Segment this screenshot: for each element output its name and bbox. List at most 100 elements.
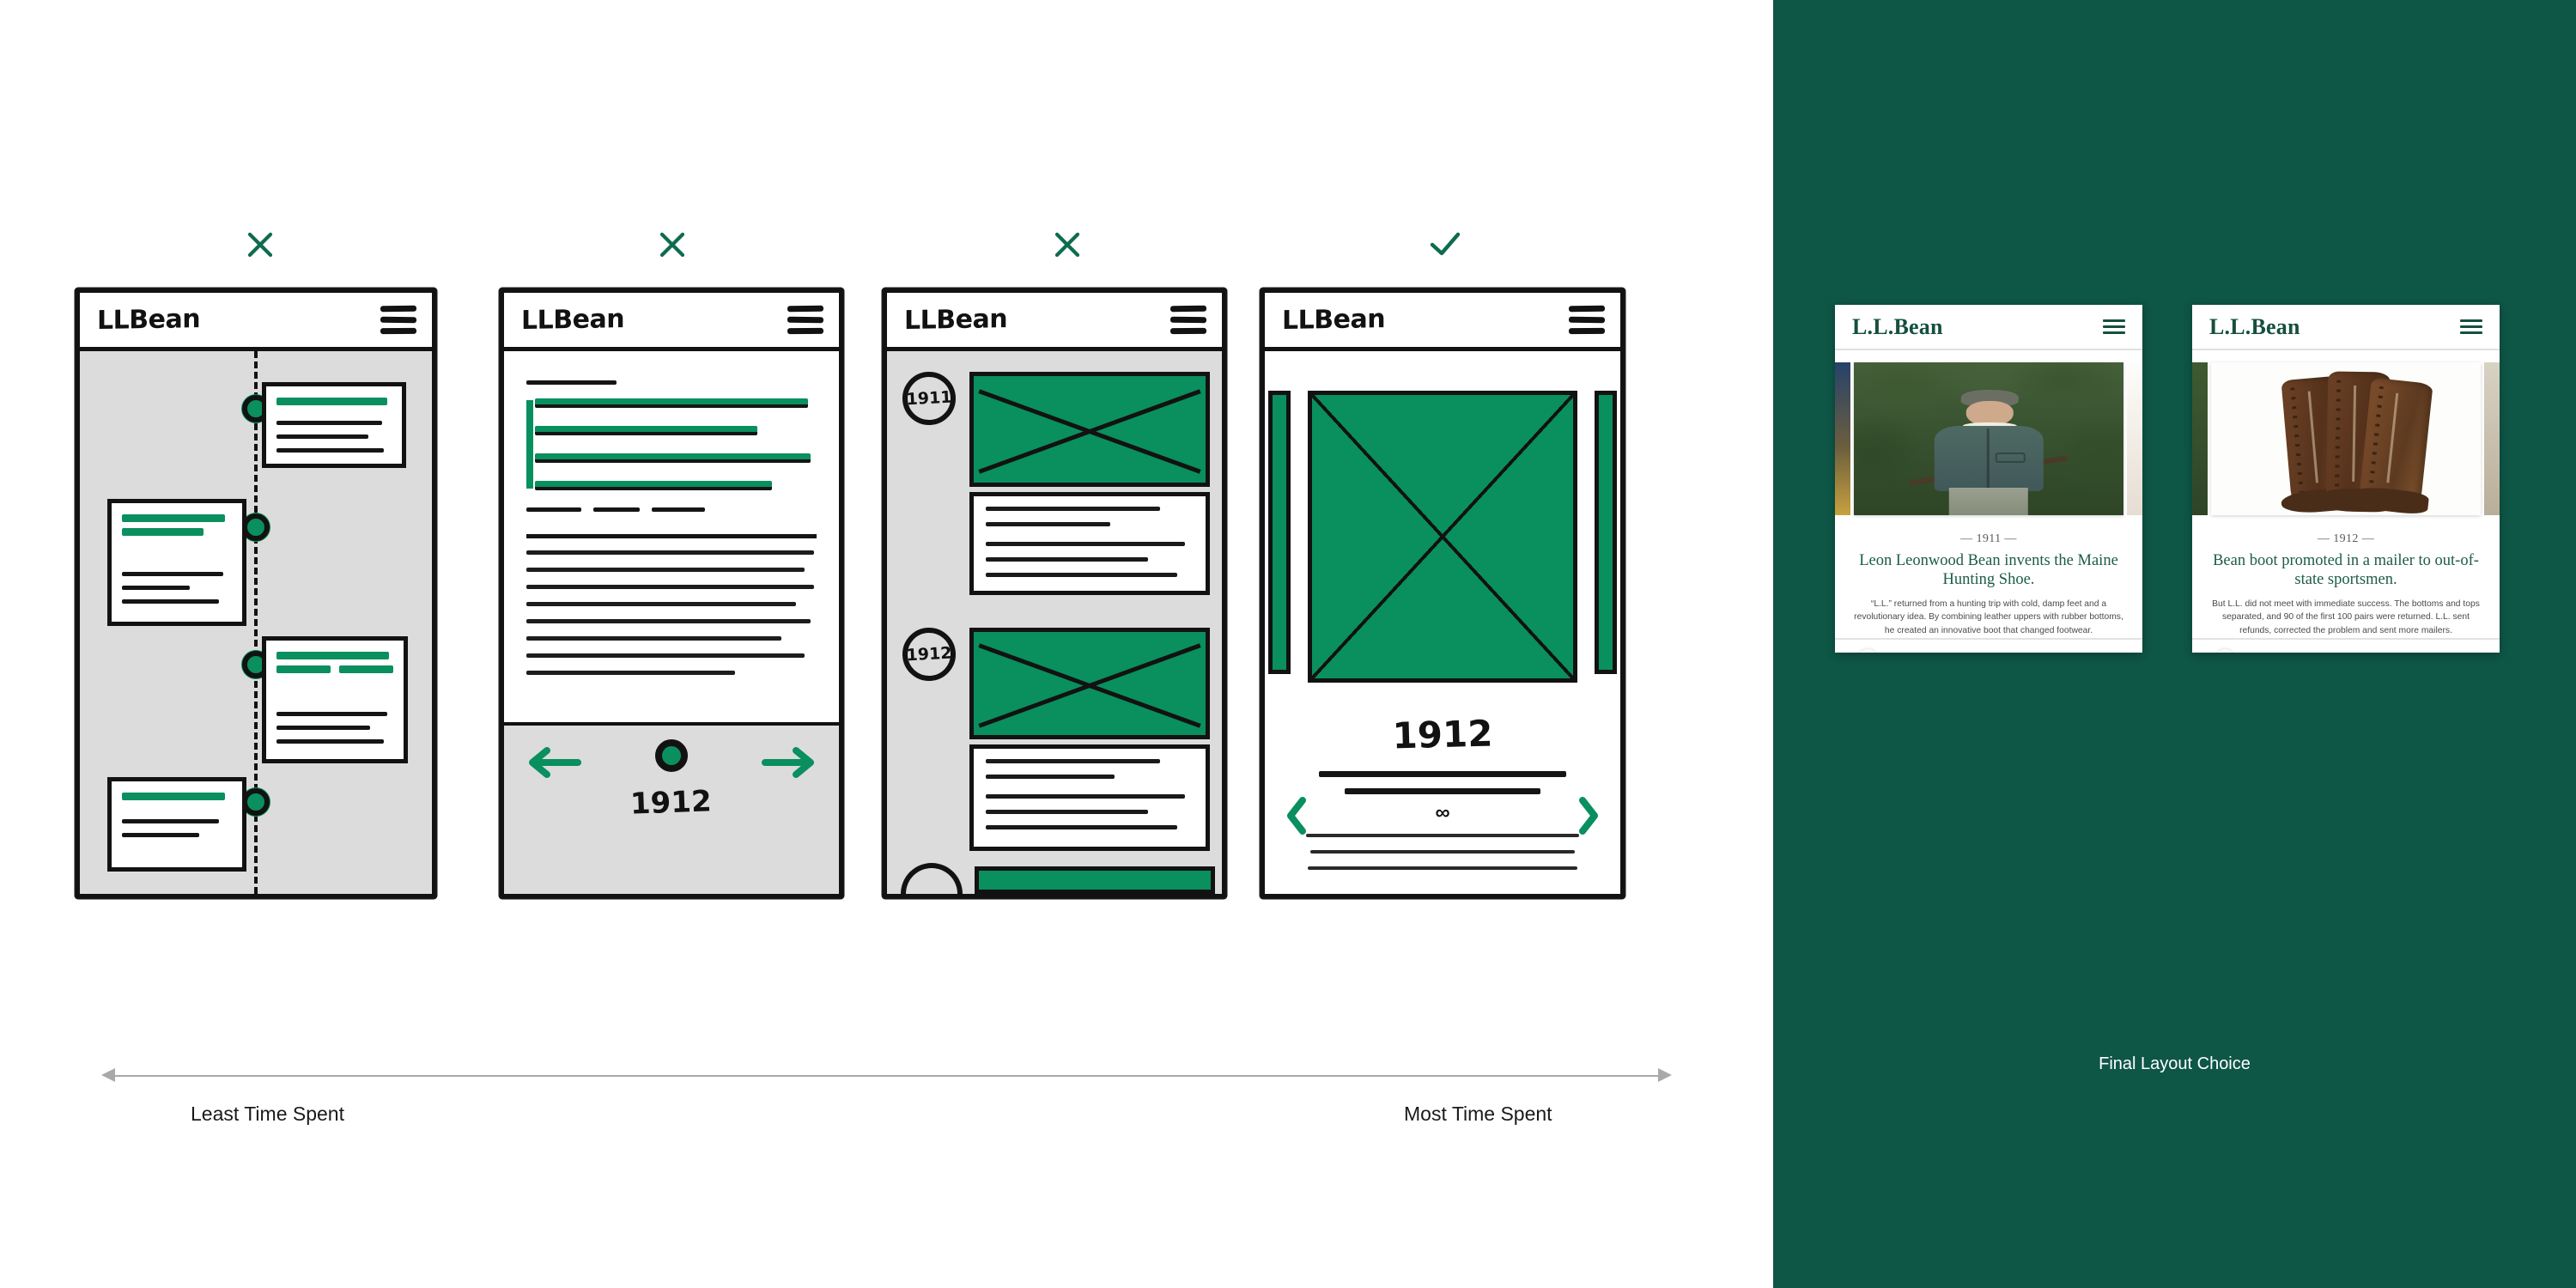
slider-thumb[interactable]	[1858, 648, 1877, 653]
sketch-phone-frame: LLBean	[1261, 289, 1625, 898]
verdict-x-icon	[883, 230, 1252, 270]
time-spent-axis: Least Time Spent Most Time Spent	[0, 1065, 1773, 1142]
chevron-left-icon[interactable]	[1284, 796, 1309, 840]
slider-thumb[interactable]	[2215, 648, 2234, 653]
image-placeholder	[969, 628, 1210, 739]
timeline-card[interactable]	[107, 499, 246, 626]
carousel-peek-right[interactable]	[2484, 362, 2500, 515]
image-placeholder	[969, 372, 1210, 487]
sketch-text-card	[969, 492, 1210, 595]
final-phone-mockups: L.L.Bean — 1911 — Leon Leonwood Bean inv…	[1773, 305, 2576, 665]
sketch-topbar: LLBean	[1265, 293, 1620, 351]
carousel-peek-left[interactable]	[1268, 391, 1291, 674]
verdict-check-icon	[1261, 230, 1630, 270]
year-badge[interactable]: 1911	[901, 370, 957, 427]
sketch-logo: LLBean	[1282, 304, 1386, 336]
wireframe-option-vertical-timeline[interactable]: LLBean	[76, 232, 445, 945]
sketch-bottom-bar	[887, 851, 1222, 894]
verdict-x-icon	[488, 230, 857, 270]
axis-label-most: Most Time Spent	[1404, 1103, 1552, 1125]
sketch-year-nav: 1912	[504, 722, 839, 894]
llbean-logo: L.L.Bean	[1852, 313, 1943, 339]
story-body: But L.L. did not meet with immediate suc…	[2212, 598, 2480, 635]
final-layout-panel: L.L.Bean — 1911 — Leon Leonwood Bean inv…	[1773, 0, 2576, 1288]
phone-topbar: L.L.Bean	[1835, 305, 2142, 350]
sketch-caption-lines: ∞	[1265, 756, 1620, 870]
sketch-headline-block	[526, 398, 817, 490]
year-badge-peek[interactable]	[901, 863, 963, 894]
image-placeholder	[1308, 391, 1577, 683]
wireframe-option-hero-carousel[interactable]: LLBean 1912 ∞	[1261, 232, 1630, 945]
sketch-text-card	[969, 744, 1210, 851]
carousel-peek-left[interactable]	[2192, 362, 2208, 515]
sketch-body	[80, 351, 432, 894]
phone-topbar: L.L.Bean	[2192, 305, 2500, 350]
sketch-topbar: LLBean	[887, 293, 1222, 351]
hamburger-icon[interactable]	[1170, 305, 1207, 335]
carousel-peek-left[interactable]	[1835, 362, 1850, 515]
sketch-logo: LLBean	[904, 304, 1008, 336]
wireframe-row: LLBean LLBean 1912 LLBean 1911 1912 LLBe…	[0, 232, 1773, 945]
timeline-slider[interactable]	[1835, 637, 2142, 653]
year-label: — 1912 —	[2317, 532, 2375, 545]
infinity-glyph: ∞	[1435, 801, 1450, 824]
sketch-year-label: 1912	[629, 784, 713, 822]
timeline-slider[interactable]	[2192, 637, 2500, 653]
phone-text-block: — 1911 — Leon Leonwood Bean invents the …	[1835, 524, 2142, 638]
axis-label-least: Least Time Spent	[191, 1103, 344, 1125]
story-body: “L.L.” returned from a hunting trip with…	[1854, 598, 2123, 635]
sketch-eyebrow-line	[526, 380, 617, 385]
axis-line	[113, 1075, 1660, 1077]
sketch-content	[504, 351, 839, 675]
phone-mockup-1911[interactable]: L.L.Bean — 1911 — Leon Leonwood Bean inv…	[1835, 305, 2142, 653]
hamburger-icon[interactable]	[2103, 319, 2125, 334]
carousel-peek-right[interactable]	[1595, 391, 1617, 674]
year-badge[interactable]: 1912	[901, 626, 957, 683]
sketch-topbar: LLBean	[504, 293, 839, 351]
person-illustration	[1910, 390, 2068, 515]
sketch-year-label: 1912	[1391, 712, 1494, 757]
arrow-right-icon[interactable]	[762, 744, 818, 785]
page-root: LLBean LLBean 1912 LLBean 1911 1912 LLBe…	[0, 0, 2576, 1288]
sketch-body: 1911 1912	[887, 351, 1222, 894]
carousel-stage	[1835, 350, 2142, 524]
hamburger-icon[interactable]	[2460, 319, 2482, 334]
hero-image[interactable]	[1854, 362, 2123, 515]
year-label: — 1911 —	[1960, 532, 2017, 545]
slider-knob-icon[interactable]	[655, 739, 688, 772]
wireframe-exploration-panel: LLBean LLBean 1912 LLBean 1911 1912 LLBe…	[0, 0, 1773, 1288]
image-placeholder-peek	[975, 866, 1215, 894]
verdict-x-icon	[76, 230, 445, 270]
sketch-hero-stage	[1265, 391, 1620, 702]
sketch-body: 1912	[504, 351, 839, 894]
carousel-stage	[2192, 350, 2500, 524]
chevron-right-icon[interactable]	[1576, 796, 1601, 840]
phone-mockup-1912[interactable]: L.L.Bean — 1912 — Bean boot promoted in …	[2192, 305, 2500, 653]
wireframe-option-year-badge-stack[interactable]: LLBean 1911 1912	[883, 232, 1252, 945]
sketch-meta-dashes	[526, 507, 817, 512]
sketch-phone-frame: LLBean	[500, 289, 843, 898]
wireframe-option-long-form-text[interactable]: LLBean 1912	[488, 232, 857, 945]
llbean-logo: L.L.Bean	[2209, 313, 2300, 339]
story-title: Bean boot promoted in a mailer to out-of…	[2213, 552, 2479, 588]
hamburger-icon[interactable]	[380, 305, 417, 335]
arrow-right-icon	[1658, 1068, 1672, 1082]
hero-image[interactable]	[2211, 362, 2481, 515]
hamburger-icon[interactable]	[1568, 305, 1606, 335]
phone-text-block: — 1912 — Bean boot promoted in a mailer …	[2192, 524, 2500, 638]
arrow-left-icon[interactable]	[525, 744, 581, 785]
sketch-logo: LLBean	[97, 304, 201, 336]
sketch-paragraph	[526, 534, 817, 675]
story-title: Leon Leonwood Bean invents the Maine Hun…	[1859, 552, 2118, 588]
carousel-peek-right[interactable]	[2127, 362, 2142, 515]
timeline-card[interactable]	[107, 777, 246, 872]
sketch-phone-frame: LLBean	[76, 289, 436, 898]
sketch-phone-frame: LLBean 1911 1912	[883, 289, 1226, 898]
sketch-logo: LLBean	[521, 304, 625, 336]
timeline-card[interactable]	[262, 382, 406, 468]
sketch-body: 1912 ∞	[1265, 351, 1620, 894]
final-layout-caption: Final Layout Choice	[2099, 1054, 2251, 1073]
timeline-card[interactable]	[262, 636, 408, 763]
hamburger-icon[interactable]	[787, 305, 824, 335]
sketch-topbar: LLBean	[80, 293, 432, 351]
